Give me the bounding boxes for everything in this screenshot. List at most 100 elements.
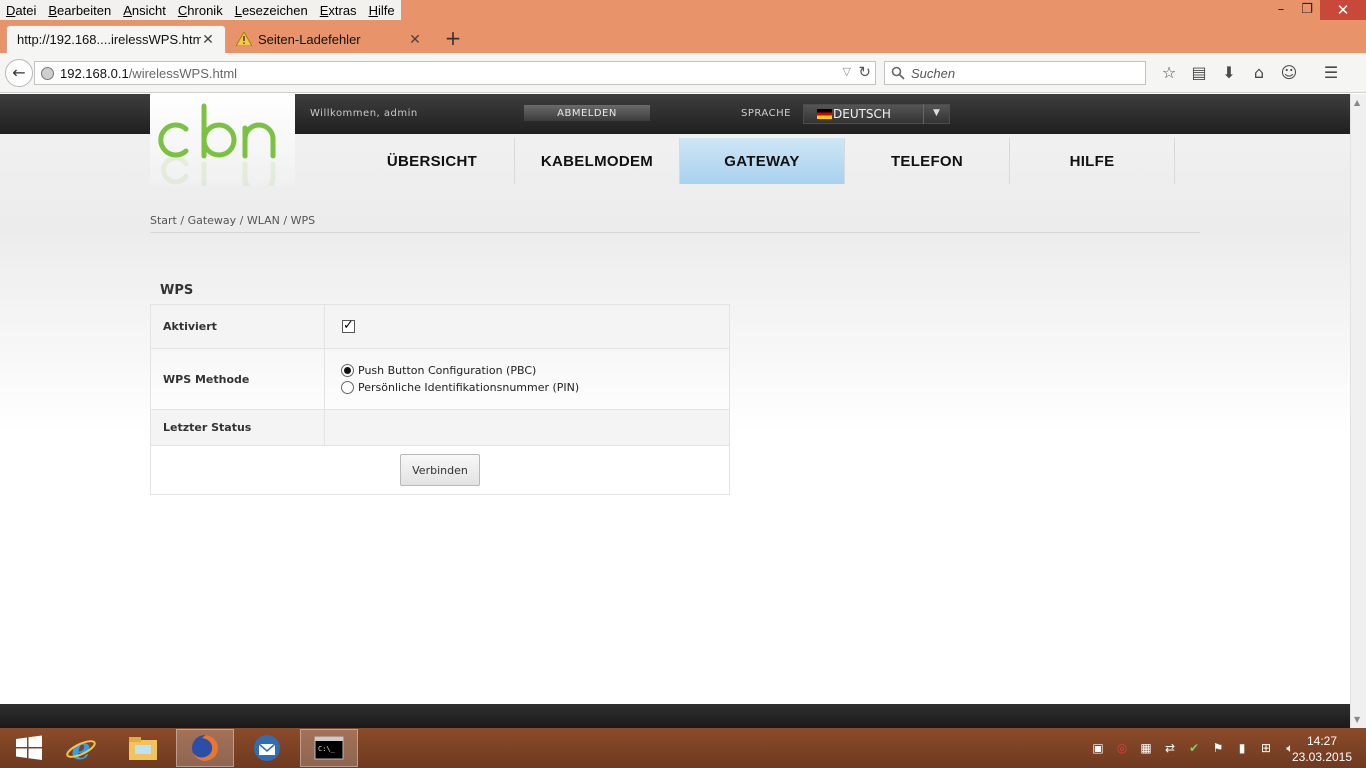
search-icon (891, 66, 905, 80)
enabled-checkbox[interactable] (342, 318, 355, 333)
window-titlebar: Datei Bearbeiten Ansicht Chronik Lesezei… (0, 0, 1366, 22)
clock-time: 14:27 (1306, 734, 1338, 748)
window-controls: – ❐ ✕ (1268, 0, 1366, 20)
home-icon[interactable]: ⌂ (1244, 63, 1274, 83)
chevron-down-icon: ▼ (923, 104, 949, 124)
firefox-icon[interactable] (176, 729, 234, 767)
network-icon[interactable]: ⊞ (1256, 740, 1276, 756)
page-scrollbar[interactable]: ▲ ▼ (1350, 94, 1366, 728)
clock-date: 23.03.2015 (1291, 750, 1353, 764)
german-flag-icon (817, 109, 832, 119)
menu-datei[interactable]: Datei (0, 0, 42, 20)
sync-icon[interactable]: ⇄ (1160, 740, 1180, 756)
tab-close-icon[interactable]: ✕ (408, 31, 422, 48)
battery-icon[interactable]: ▮ (1232, 740, 1252, 756)
button-row: Verbinden (151, 446, 729, 494)
warning-icon (235, 30, 253, 47)
radio-pin[interactable] (341, 381, 354, 394)
globe-icon (41, 66, 54, 80)
menu-hilfe[interactable]: Hilfe (363, 0, 401, 20)
breadcrumb-divider (150, 232, 1200, 233)
language-select[interactable]: DEUTSCH ▼ (803, 104, 950, 124)
wps-method-label: WPS Methode (151, 349, 325, 409)
logout-button[interactable]: ABMELDEN (524, 105, 650, 121)
nav-gateway[interactable]: GATEWAY (680, 138, 845, 184)
radio-pbc-label: Push Button Configuration (PBC) (358, 364, 537, 377)
reload-icon[interactable]: ↻ (858, 63, 871, 81)
breadcrumb: Start / Gateway / WLAN / WPS (150, 214, 316, 227)
menu-chronik[interactable]: Chronik (172, 0, 229, 20)
new-tab-button[interactable]: + (440, 25, 466, 51)
toolbar-icons: ☆ ▤ ⬇ ⌂ ☺ ☰ (1154, 63, 1346, 83)
nav-telefon[interactable]: TELEFON (845, 138, 1010, 184)
cbn-logo (150, 94, 295, 195)
tab-label: http://192.168....irelessWPS.html (17, 32, 201, 47)
menu-extras[interactable]: Extras (314, 0, 363, 20)
wps-settings-table: Aktiviert WPS Methode Push Button Config… (150, 304, 730, 495)
main-navigation: ÜBERSICHT KABELMODEM GATEWAY TELEFON HIL… (350, 138, 1175, 184)
flag-icon[interactable]: ⚑ (1208, 740, 1228, 756)
last-status-value (325, 410, 729, 445)
url-bar[interactable]: 192.168.0.1/wirelessWPS.html ▽ ↻ (34, 61, 876, 85)
bookmarks-list-icon[interactable]: ▤ (1184, 63, 1214, 83)
url-history-dropdown-icon[interactable]: ▽ (843, 65, 851, 78)
restore-icon[interactable]: ❐ (1294, 0, 1320, 20)
radio-pin-label: Persönliche Identifikationsnummer (PIN) (358, 381, 580, 394)
checkmark-icon[interactable]: ✔ (1184, 740, 1204, 756)
svg-text:C:\_: C:\_ (318, 745, 336, 753)
thunderbird-icon[interactable] (238, 729, 296, 767)
taskbar-clock[interactable]: 14:27 23.03.2015 (1290, 733, 1354, 765)
tab-label: Seiten-Ladefehler (258, 31, 361, 47)
network-tool-icon[interactable]: ▦ (1136, 740, 1156, 756)
router-footer (0, 704, 1350, 728)
language-value: DEUTSCH (833, 107, 891, 121)
row-enabled: Aktiviert (151, 305, 729, 349)
language-label: SPRACHE (741, 108, 791, 119)
minimize-icon[interactable]: – (1268, 0, 1294, 20)
wps-method-radio-group: Push Button Configuration (PBC) Persönli… (341, 364, 579, 394)
hamburger-menu-icon[interactable]: ☰ (1316, 63, 1346, 83)
connect-button[interactable]: Verbinden (400, 454, 480, 486)
url-path: /wirelessWPS.html (128, 65, 238, 81)
nav-hilfe[interactable]: HILFE (1010, 138, 1175, 184)
menu-ansicht[interactable]: Ansicht (117, 0, 172, 20)
scroll-down-icon[interactable]: ▼ (1354, 715, 1360, 724)
last-status-label: Letzter Status (151, 410, 325, 445)
close-window-icon[interactable]: ✕ (1320, 0, 1366, 20)
tab-close-icon[interactable]: ✕ (201, 31, 215, 48)
chat-icon[interactable]: ☺ (1274, 63, 1304, 83)
welcome-text: Willkommen, admin (310, 108, 418, 119)
monitor-icon[interactable]: ▣ (1088, 740, 1108, 756)
downloads-icon[interactable]: ⬇ (1214, 63, 1244, 83)
start-windows-icon[interactable] (0, 729, 58, 767)
url-host: 192.168.0.1 (60, 65, 129, 81)
windows-taskbar: e C:\_ ▣ ◎ ▦ ⇄ ✔ ⚑ ▮ ⊞ 🔈︎ 14:27 23.03.20… (0, 728, 1366, 768)
nav-uebersicht[interactable]: ÜBERSICHT (350, 138, 515, 184)
radio-option-pbc[interactable]: Push Button Configuration (PBC) (341, 364, 579, 377)
radio-pbc[interactable] (341, 364, 354, 377)
bookmark-star-icon[interactable]: ☆ (1154, 63, 1184, 83)
menu-bar: Datei Bearbeiten Ansicht Chronik Lesezei… (0, 0, 401, 20)
tab-strip: http://192.168....irelessWPS.html ✕ Seit… (0, 22, 1366, 53)
nav-kabelmodem[interactable]: KABELMODEM (515, 138, 680, 184)
menu-bearbeiten[interactable]: Bearbeiten (42, 0, 117, 20)
search-placeholder: Suchen (911, 65, 956, 81)
router-page: Willkommen, admin ABMELDEN SPRACHE DEUTS… (0, 94, 1350, 704)
tab-load-error[interactable]: Seiten-Ladefehler ✕ (226, 25, 432, 53)
internet-explorer-icon[interactable]: e (52, 729, 110, 767)
section-title: WPS (160, 283, 194, 298)
radio-option-pin[interactable]: Persönliche Identifikationsnummer (PIN) (341, 381, 579, 394)
back-arrow-icon[interactable]: ← (5, 59, 33, 87)
search-bar[interactable]: Suchen (884, 61, 1146, 85)
row-wps-method: WPS Methode Push Button Configuration (P… (151, 349, 729, 410)
scroll-up-icon[interactable]: ▲ (1354, 98, 1360, 107)
enabled-label: Aktiviert (151, 305, 325, 348)
menu-lesezeichen[interactable]: Lesezeichen (229, 0, 314, 20)
command-prompt-icon[interactable]: C:\_ (300, 729, 358, 767)
row-last-status: Letzter Status (151, 410, 729, 446)
opera-icon[interactable]: ◎ (1112, 740, 1132, 756)
tab-wireless-wps[interactable]: http://192.168....irelessWPS.html ✕ (6, 25, 226, 53)
navigation-toolbar: ← 192.168.0.1/wirelessWPS.html ▽ ↻ Suche… (0, 53, 1366, 93)
system-tray: ▣ ◎ ▦ ⇄ ✔ ⚑ ▮ ⊞ 🔈︎ (1088, 740, 1300, 756)
file-explorer-icon[interactable] (114, 729, 172, 767)
